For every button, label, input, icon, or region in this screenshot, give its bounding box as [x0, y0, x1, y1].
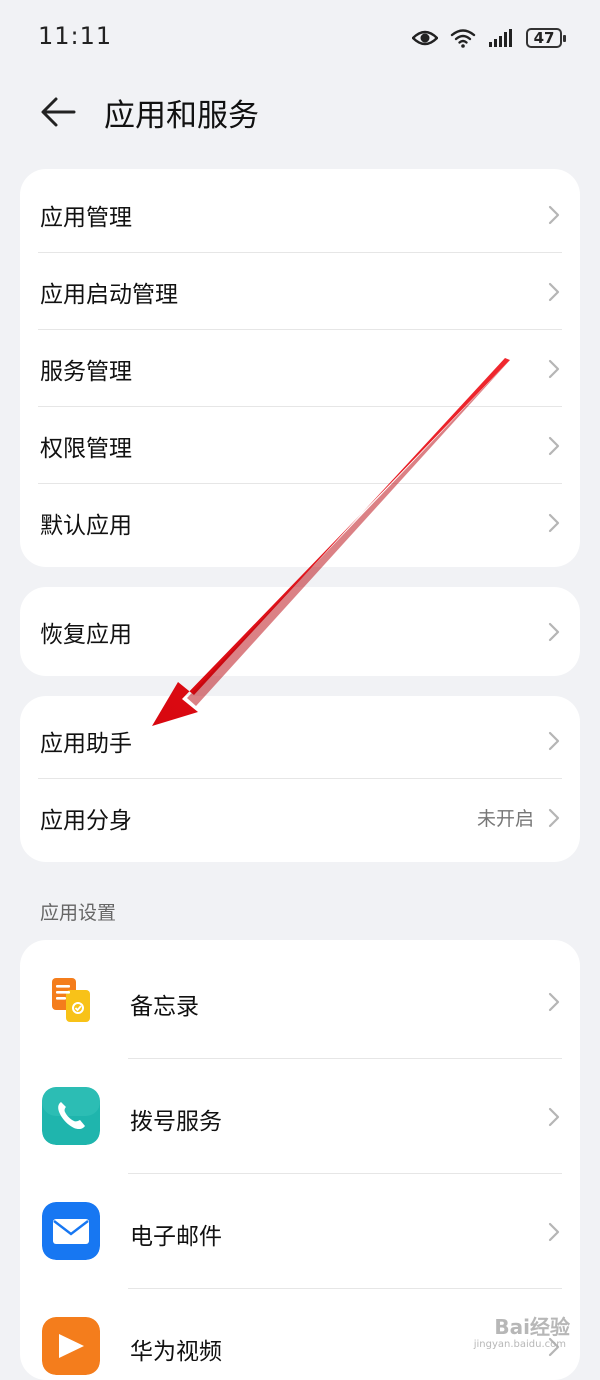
settings-card-assistant: 应用助手 应用分身 未开启	[20, 696, 580, 862]
row-service-management[interactable]: 服务管理	[20, 330, 580, 407]
chevron-right-icon	[548, 808, 560, 827]
row-restore-apps[interactable]: 恢复应用	[20, 587, 580, 676]
chevron-right-icon	[548, 436, 560, 455]
eye-comfort-icon	[412, 30, 438, 46]
row-app-dialer[interactable]: 拨号服务	[20, 1059, 580, 1174]
row-label: 应用分身	[40, 807, 132, 834]
mail-icon	[42, 1202, 100, 1260]
row-label: 应用管理	[40, 204, 132, 231]
row-app-email[interactable]: 电子邮件	[20, 1174, 580, 1289]
battery-icon: 47	[526, 28, 566, 48]
row-permission-management[interactable]: 权限管理	[20, 407, 580, 484]
row-label: 恢复应用	[40, 621, 132, 648]
row-label: 权限管理	[40, 435, 132, 462]
chevron-right-icon	[548, 622, 560, 641]
watermark-sub: jingyan.baidu.com	[473, 1339, 566, 1350]
settings-card-app-management: 应用管理 应用启动管理 服务管理 权限管理 默认应用	[20, 169, 580, 567]
page-title: 应用和服务	[104, 98, 259, 134]
row-default-apps[interactable]: 默认应用	[20, 484, 580, 561]
watermark: Bai经验	[494, 1315, 570, 1339]
notepad-icon	[52, 978, 90, 1022]
row-app-management[interactable]: 应用管理	[20, 176, 580, 253]
video-icon	[42, 1317, 100, 1375]
status-icons: 47	[412, 24, 566, 52]
phone-icon	[42, 1087, 100, 1145]
chevron-right-icon	[548, 205, 560, 224]
page-header: 应用和服务	[0, 76, 600, 150]
back-arrow-icon[interactable]	[38, 92, 78, 132]
chevron-right-icon	[548, 513, 560, 532]
status-time: 11:11	[38, 22, 113, 50]
row-label: 应用助手	[40, 730, 132, 757]
section-title-app-settings: 应用设置	[40, 902, 117, 924]
row-label: 应用启动管理	[40, 281, 178, 308]
chevron-right-icon	[548, 731, 560, 750]
row-status-value: 未开启	[476, 808, 534, 830]
row-app-assistant[interactable]: 应用助手	[20, 702, 580, 779]
settings-card-restore: 恢复应用	[20, 587, 580, 676]
row-label: 服务管理	[40, 358, 132, 385]
row-app-notepad[interactable]: 备忘录	[20, 944, 580, 1059]
row-label: 华为视频	[130, 1339, 222, 1365]
chevron-right-icon	[548, 1222, 560, 1242]
row-label: 备忘录	[130, 994, 199, 1020]
signal-icon	[489, 29, 512, 47]
chevron-right-icon	[548, 992, 560, 1012]
status-bar: 11:11 47	[0, 0, 600, 76]
chevron-right-icon	[548, 359, 560, 378]
chevron-right-icon	[548, 282, 560, 301]
row-label: 默认应用	[40, 512, 132, 539]
row-label: 拨号服务	[130, 1109, 222, 1135]
wifi-icon	[450, 29, 476, 48]
row-app-twin[interactable]: 应用分身 未开启	[20, 779, 580, 856]
row-label: 电子邮件	[130, 1224, 222, 1250]
row-app-launch-management[interactable]: 应用启动管理	[20, 253, 580, 330]
chevron-right-icon	[548, 1107, 560, 1127]
